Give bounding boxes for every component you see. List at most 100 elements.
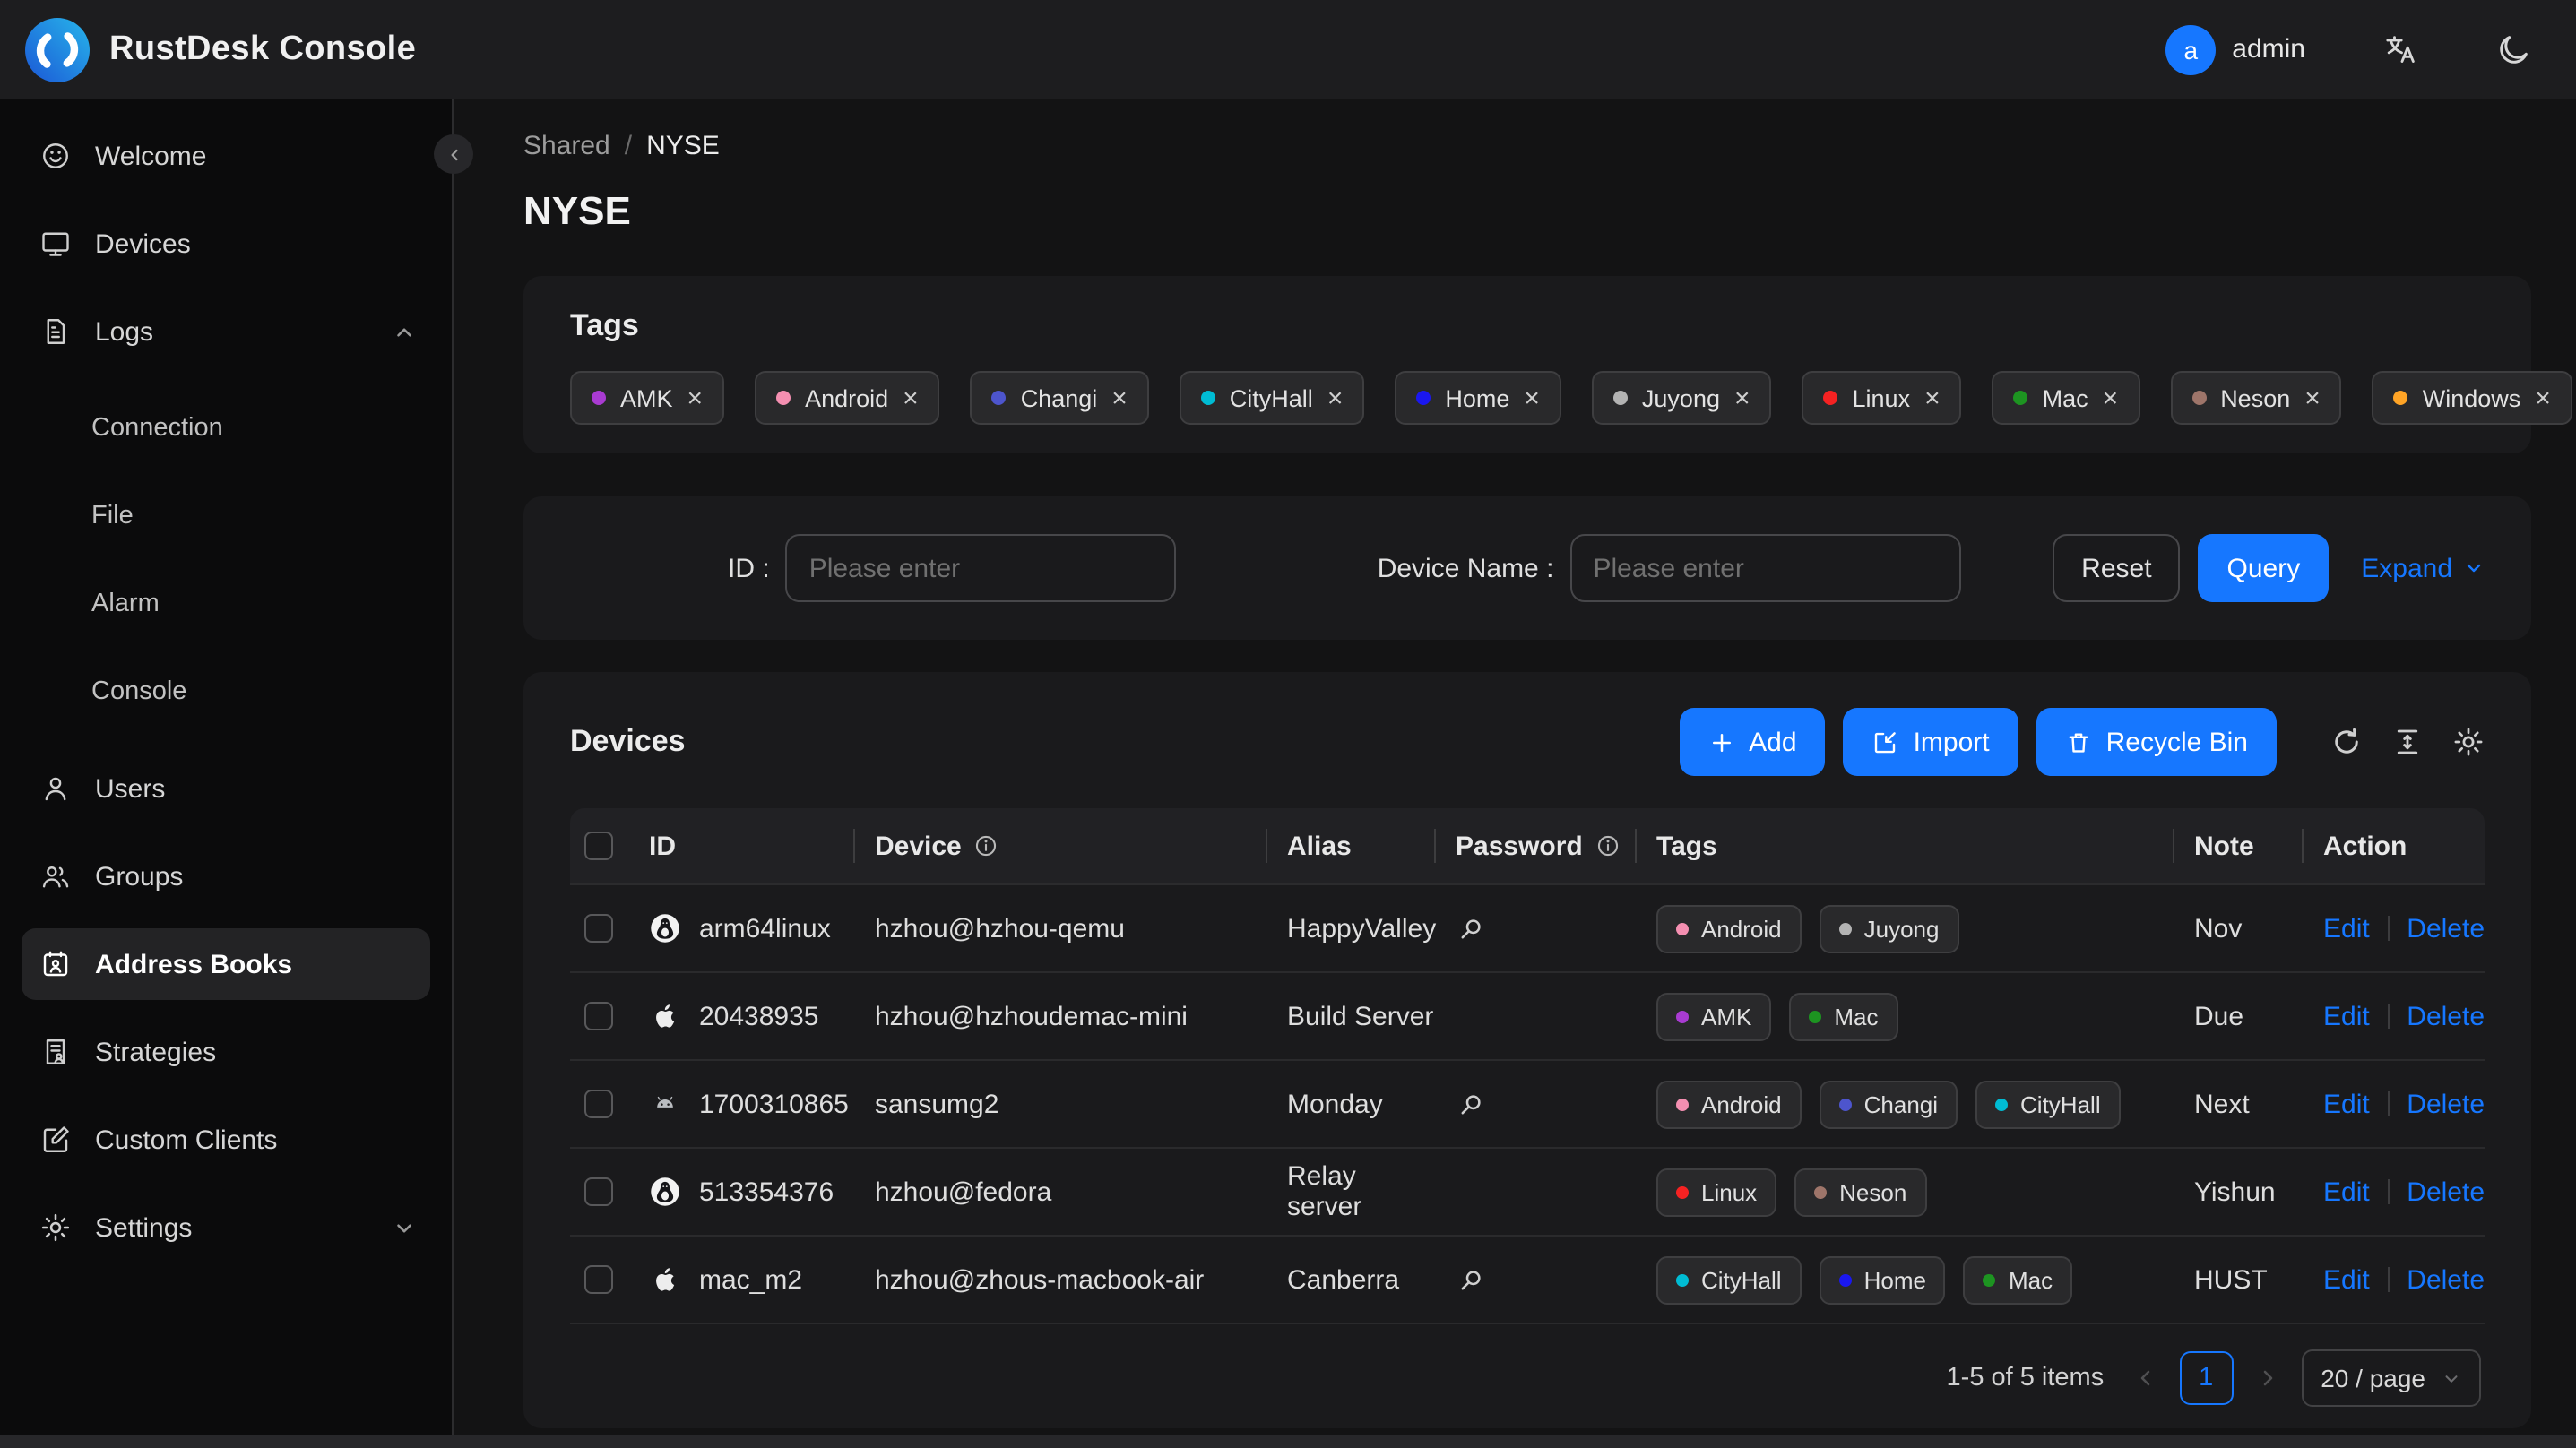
device-name-filter-input[interactable] xyxy=(1569,534,1961,602)
tag-label: Home xyxy=(1863,1266,1926,1293)
device-alias: Monday xyxy=(1287,1089,1383,1119)
row-tags: AMK Mac xyxy=(1635,992,2173,1040)
row-checkbox[interactable] xyxy=(584,914,613,943)
device-name: hzhou@zhous-macbook-air xyxy=(875,1264,1205,1295)
sidebar-item-custom-clients[interactable]: Custom Clients xyxy=(0,1104,452,1176)
chevron-down-icon xyxy=(2445,1375,2458,1382)
delete-link[interactable]: Delete xyxy=(2407,1001,2485,1031)
remove-tag-icon[interactable]: × xyxy=(1524,384,1540,411)
android-icon xyxy=(649,1088,681,1120)
delete-link[interactable]: Delete xyxy=(2407,1176,2485,1207)
recycle-bin-button[interactable]: Recycle Bin xyxy=(2036,708,2277,776)
prev-page-icon[interactable] xyxy=(2134,1367,2156,1389)
tag-chip-android[interactable]: Android × xyxy=(755,371,940,425)
info-icon[interactable] xyxy=(974,833,999,858)
row-checkbox[interactable] xyxy=(584,1177,613,1206)
breadcrumb-parent[interactable]: Shared xyxy=(523,131,610,161)
action-divider xyxy=(2387,1179,2390,1204)
edit-link[interactable]: Edit xyxy=(2323,1089,2370,1119)
tag-chip-neson[interactable]: Neson × xyxy=(2170,371,2342,425)
device-name: sansumg2 xyxy=(875,1089,999,1119)
device-note: HUST xyxy=(2194,1264,2268,1295)
sidebar-item-console[interactable]: Console xyxy=(0,656,452,728)
query-button[interactable]: Query xyxy=(2198,534,2330,602)
table-row: 1700310865 sansumg2 Monday Android Chang… xyxy=(570,1061,2485,1149)
remove-tag-icon[interactable]: × xyxy=(1327,384,1344,411)
trash-icon xyxy=(2069,732,2088,752)
remove-tag-icon[interactable]: × xyxy=(2103,384,2119,411)
filter-card: ID : Device Name : Reset Query Expand xyxy=(523,496,2531,640)
delete-link[interactable]: Delete xyxy=(2407,1264,2485,1295)
delete-link[interactable]: Delete xyxy=(2407,1089,2485,1119)
sidebar-item-alarm[interactable]: Alarm xyxy=(0,568,452,640)
tag-chip-changi[interactable]: Changi × xyxy=(970,371,1149,425)
devices-card-title: Devices xyxy=(570,724,686,758)
view-password-icon[interactable] xyxy=(1456,913,1486,944)
sidebar-collapse-button[interactable] xyxy=(434,134,473,174)
id-filter-input[interactable] xyxy=(785,534,1177,602)
tag-chip-cityhall[interactable]: CityHall × xyxy=(1179,371,1365,425)
expand-link[interactable]: Expand xyxy=(2361,553,2485,583)
next-page-icon[interactable] xyxy=(2256,1367,2278,1389)
tag-chip-mac[interactable]: Mac × xyxy=(1992,371,2140,425)
tag-chip-windows[interactable]: Windows × xyxy=(2372,371,2572,425)
column-height-icon[interactable] xyxy=(2391,726,2424,758)
edit-link[interactable]: Edit xyxy=(2323,913,2370,944)
tag-chip-juyong[interactable]: Juyong × xyxy=(1591,371,1772,425)
table-settings-gear-icon[interactable] xyxy=(2452,726,2485,758)
sidebar-item-connection[interactable]: Connection xyxy=(0,392,452,464)
remove-tag-icon[interactable]: × xyxy=(2304,384,2321,411)
remove-tag-icon[interactable]: × xyxy=(2535,384,2551,411)
tag-label: Mac xyxy=(2008,1266,2053,1293)
user-avatar[interactable]: a xyxy=(2165,24,2217,74)
view-password-icon[interactable] xyxy=(1456,1089,1486,1119)
edit-link[interactable]: Edit xyxy=(2323,1001,2370,1031)
sidebar-item-devices[interactable]: Devices xyxy=(0,208,452,280)
remove-tag-icon[interactable]: × xyxy=(1111,384,1128,411)
tag-label: Juyong xyxy=(1863,915,1940,942)
remove-tag-icon[interactable]: × xyxy=(1924,384,1941,411)
table-row: 20438935 hzhou@hzhoudemac-mini Build Ser… xyxy=(570,973,2485,1061)
import-button[interactable]: Import xyxy=(1843,708,2018,776)
user-name[interactable]: admin xyxy=(2232,34,2305,65)
refresh-icon[interactable] xyxy=(2330,726,2363,758)
sidebar-item-welcome[interactable]: Welcome xyxy=(0,120,452,192)
tag-chip-home[interactable]: Home × xyxy=(1395,371,1561,425)
remove-tag-icon[interactable]: × xyxy=(1734,384,1750,411)
sidebar-item-file[interactable]: File xyxy=(0,480,452,552)
reset-button[interactable]: Reset xyxy=(2053,534,2181,602)
sidebar-subitem-label: Connection xyxy=(91,414,223,443)
tag-chip-linux[interactable]: Linux × xyxy=(1802,371,1962,425)
row-checkbox[interactable] xyxy=(584,1002,613,1030)
add-device-button[interactable]: Add xyxy=(1679,708,1826,776)
sidebar-item-users[interactable]: Users xyxy=(0,753,452,824)
tags-card: Tags AMK × Android × Changi × CityHall ×… xyxy=(523,276,2572,453)
sidebar-item-strategies[interactable]: Strategies xyxy=(0,1016,452,1088)
delete-link[interactable]: Delete xyxy=(2407,913,2485,944)
page-size-select[interactable]: 20 / page xyxy=(2301,1349,2481,1407)
info-icon[interactable] xyxy=(1595,833,1621,858)
select-all-checkbox[interactable] xyxy=(584,832,613,860)
remove-tag-icon[interactable]: × xyxy=(903,384,919,411)
view-password-icon[interactable] xyxy=(1456,1264,1486,1295)
rustdesk-logo-icon xyxy=(23,15,91,83)
tag-label: Mac xyxy=(1834,1003,1879,1030)
tag-chip-amk[interactable]: AMK × xyxy=(570,371,725,425)
pagination: 1-5 of 5 items 1 20 / page xyxy=(570,1349,2485,1407)
row-checkbox[interactable] xyxy=(584,1090,613,1118)
sidebar-item-label: Address Books xyxy=(95,949,293,979)
sidebar-item-groups[interactable]: Groups xyxy=(0,840,452,912)
sidebar-item-address-books[interactable]: Address Books xyxy=(22,928,430,1000)
page-number-button[interactable]: 1 xyxy=(2179,1351,2234,1405)
remove-tag-icon[interactable]: × xyxy=(687,384,704,411)
moon-icon[interactable] xyxy=(2494,30,2531,68)
translate-icon[interactable] xyxy=(2381,30,2418,68)
sidebar-item-settings[interactable]: Settings xyxy=(0,1192,452,1263)
strategy-icon xyxy=(39,1036,72,1068)
chevron-down-icon xyxy=(2467,564,2481,573)
edit-link[interactable]: Edit xyxy=(2323,1264,2370,1295)
horizontal-scrollbar[interactable] xyxy=(0,1435,2576,1448)
row-checkbox[interactable] xyxy=(584,1265,613,1294)
edit-link[interactable]: Edit xyxy=(2323,1176,2370,1207)
sidebar-item-logs[interactable]: Logs xyxy=(0,296,452,367)
